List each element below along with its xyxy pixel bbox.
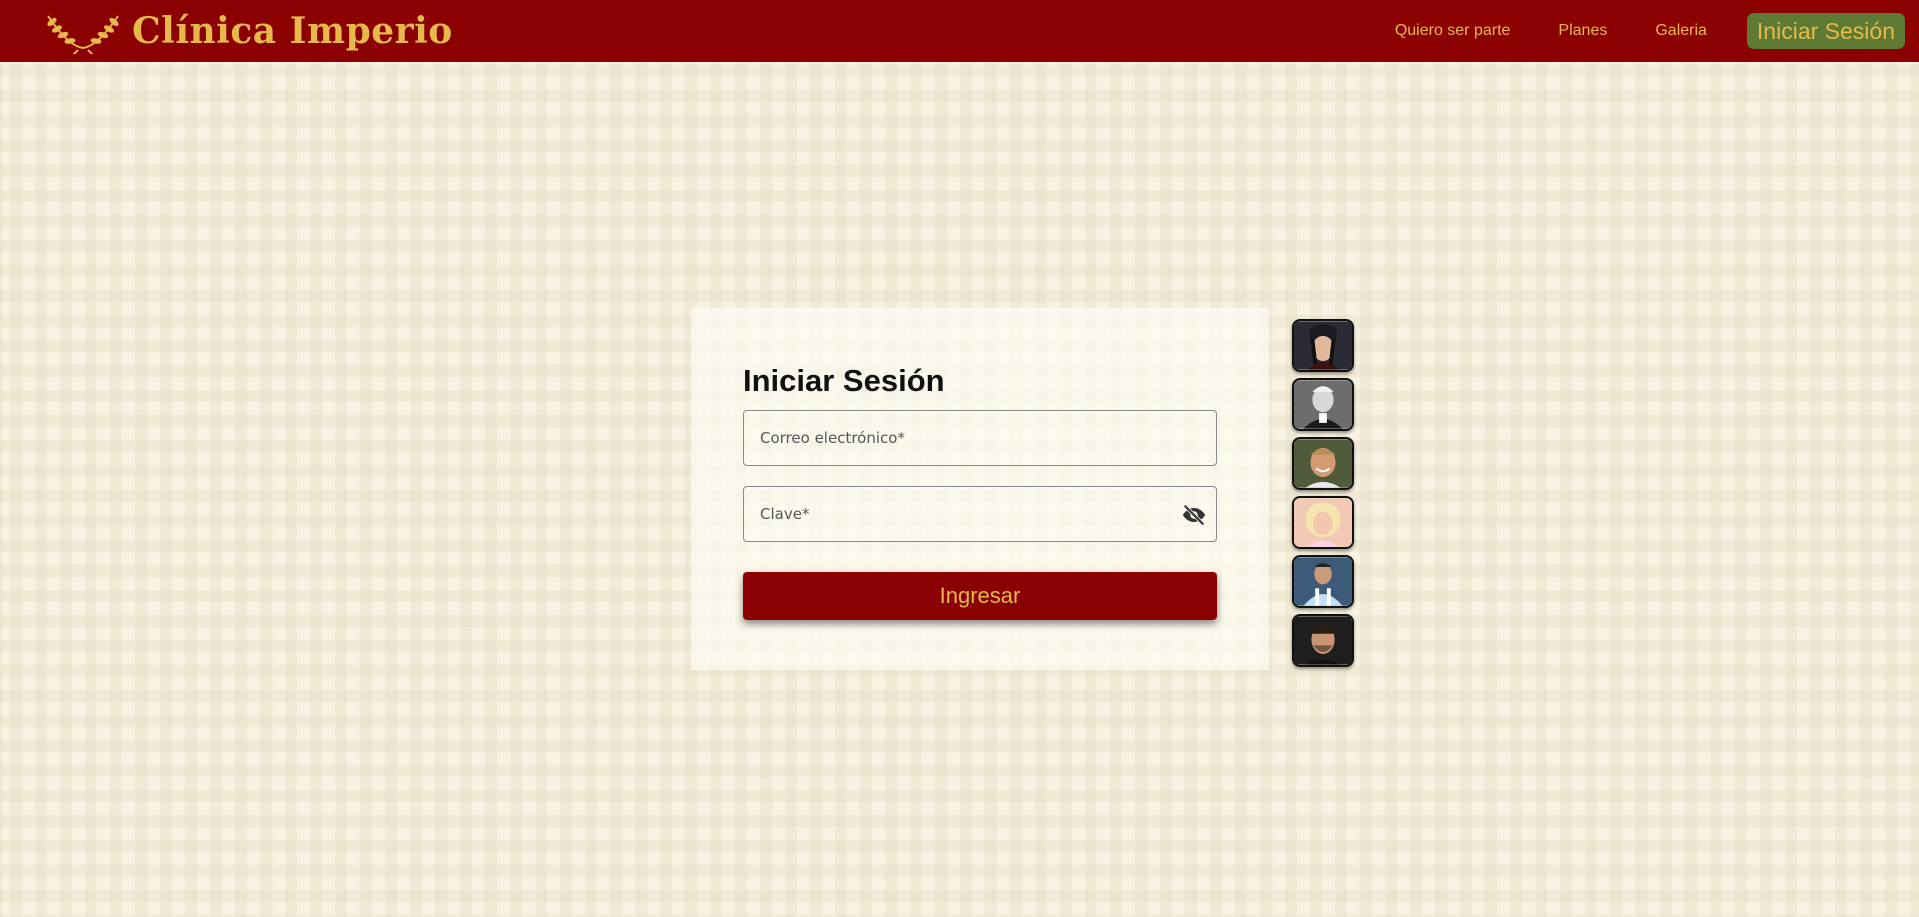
avatar-young-man-icon <box>1294 616 1352 665</box>
eye-off-icon[interactable] <box>1180 501 1208 529</box>
password-input[interactable] <box>744 487 1216 541</box>
password-field-wrapper <box>743 486 1217 542</box>
avatar[interactable] <box>1292 496 1354 549</box>
avatar-elderly-man-icon <box>1294 380 1352 429</box>
top-navbar: Clínica Imperio Quiero ser parte Planes … <box>0 0 1919 62</box>
ingresar-button[interactable]: Ingresar <box>743 572 1217 620</box>
nav-quiero-ser-parte[interactable]: Quiero ser parte <box>1395 22 1511 40</box>
brand[interactable]: Clínica Imperio <box>38 8 453 54</box>
avatar-column <box>1292 319 1356 673</box>
laurel-wreath-icon <box>38 8 128 54</box>
login-title: Iniciar Sesión <box>743 363 945 398</box>
avatar[interactable] <box>1292 555 1354 608</box>
email-field-wrapper <box>743 410 1217 466</box>
login-panel: Iniciar Sesión Ingresar <box>691 308 1269 670</box>
nav-planes[interactable]: Planes <box>1558 22 1607 40</box>
avatar[interactable] <box>1292 437 1354 490</box>
avatar-blonde-woman-icon <box>1294 498 1352 547</box>
avatar[interactable] <box>1292 614 1354 667</box>
main-nav: Quiero ser parte Planes Galeria Iniciar … <box>1347 13 1905 49</box>
avatar[interactable] <box>1292 319 1354 372</box>
avatar-football-player-icon <box>1294 557 1352 606</box>
avatar-man-smiling-icon <box>1294 439 1352 488</box>
email-input[interactable] <box>744 411 1216 465</box>
avatar[interactable] <box>1292 378 1354 431</box>
avatar-ninja-icon <box>1294 321 1352 370</box>
nav-login-button[interactable]: Iniciar Sesión <box>1746 13 1905 49</box>
brand-title: Clínica Imperio <box>132 10 453 52</box>
nav-galeria[interactable]: Galeria <box>1655 22 1707 40</box>
